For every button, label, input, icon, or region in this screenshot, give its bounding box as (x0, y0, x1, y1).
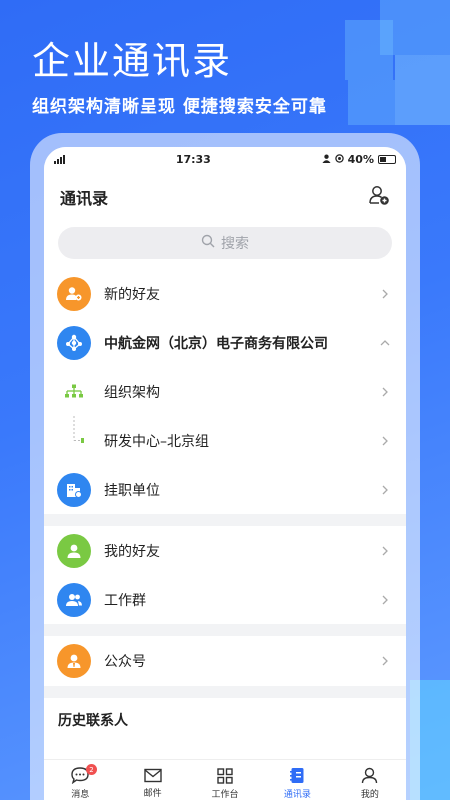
company-row[interactable]: 中航金网（北京）电子商务有限公司 (44, 318, 406, 367)
search-placeholder: 搜索 (221, 236, 249, 252)
new-friends-label: 新的好友 (104, 286, 160, 303)
contacts-section-official: 公众号 (44, 636, 406, 686)
chevron-right-icon (382, 485, 388, 494)
search-container: 搜索 (44, 223, 406, 269)
signal-icon (54, 154, 65, 164)
company-label: 中航金网（北京）电子商务有限公司 (104, 335, 328, 352)
mail-icon (143, 768, 162, 783)
phone-screen: 17:33 40% 通讯录 搜索 新的好友 中航金网（北京）电子商务有限公司 组… (44, 147, 406, 800)
battery-percent: 40% (347, 152, 374, 166)
official-accounts-label: 公众号 (104, 654, 146, 670)
background-decoration (395, 55, 450, 125)
org-structure-label: 组织架构 (104, 384, 160, 401)
department-label: 研发中心–北京组 (104, 433, 209, 450)
section-divider (44, 624, 406, 636)
status-indicators: 40% (322, 153, 396, 166)
contacts-section-friends: 我的好友 工作群 (44, 526, 406, 624)
tab-contacts-label: 通讯录 (283, 790, 311, 800)
add-contact-icon[interactable] (368, 184, 390, 210)
background-decoration (345, 20, 393, 80)
battery-icon (377, 154, 396, 164)
affiliated-units-row[interactable]: 挂职单位 (44, 465, 406, 514)
bottom-tab-bar: 2 消息 邮件 工作台 通讯录 我的 (44, 759, 406, 800)
history-contacts-heading: 历史联系人 (44, 698, 406, 742)
new-friends-row[interactable]: 新的好友 (44, 269, 406, 318)
chevron-right-icon (382, 387, 388, 396)
background-decoration (348, 80, 395, 125)
tab-workbench-label: 工作台 (211, 789, 239, 800)
building-icon (57, 472, 91, 507)
department-row[interactable]: 研发中心–北京组 (44, 416, 406, 465)
sync-status-icon (334, 153, 344, 166)
tab-contacts[interactable]: 通讯录 (261, 760, 333, 800)
tab-me-label: 我的 (360, 790, 379, 800)
contacts-header: 通讯录 (44, 171, 406, 223)
tab-me[interactable]: 我的 (334, 760, 406, 800)
tab-workbench[interactable]: 工作台 (189, 760, 261, 800)
tab-mail[interactable]: 邮件 (116, 760, 188, 800)
tab-messages-label: 消息 (71, 790, 90, 800)
official-account-icon (57, 644, 91, 678)
work-groups-row[interactable]: 工作群 (44, 575, 406, 624)
new-friends-icon (57, 276, 91, 311)
hero-subtitle: 组织架构清晰呈现 便捷搜索安全可靠 (32, 97, 327, 117)
work-groups-label: 工作群 (104, 592, 146, 609)
address-book-icon (290, 768, 304, 783)
tab-mail-label: 邮件 (143, 789, 162, 799)
org-structure-row[interactable]: 组织架构 (44, 367, 406, 416)
person-status-icon (322, 153, 331, 166)
chevron-right-icon (382, 436, 388, 445)
chevron-right-icon (382, 546, 388, 555)
user-icon (362, 767, 378, 784)
chevron-right-icon (382, 656, 388, 666)
my-friends-label: 我的好友 (104, 543, 160, 560)
grid-icon (217, 767, 233, 784)
unread-badge: 2 (86, 764, 97, 775)
affiliated-units-label: 挂职单位 (104, 482, 160, 499)
status-time: 17:33 (175, 152, 211, 166)
chevron-right-icon (382, 289, 388, 298)
official-accounts-row[interactable]: 公众号 (44, 636, 406, 686)
search-input[interactable]: 搜索 (58, 227, 392, 259)
status-bar: 17:33 40% (44, 147, 406, 171)
hero-title: 企业通讯录 (32, 39, 233, 83)
group-icon (57, 582, 91, 617)
contacts-section-main: 新的好友 中航金网（北京）电子商务有限公司 组织架构 研发中心–北京组 挂职单位 (44, 269, 406, 514)
tree-branch-icon (64, 416, 84, 465)
org-chart-icon (64, 384, 84, 400)
chevron-up-icon[interactable] (378, 336, 392, 350)
search-icon (201, 234, 215, 252)
page-title: 通讯录 (60, 189, 109, 208)
tab-messages[interactable]: 2 消息 (44, 760, 116, 800)
chevron-right-icon (382, 595, 388, 604)
person-icon (57, 533, 91, 568)
section-divider (44, 514, 406, 526)
my-friends-row[interactable]: 我的好友 (44, 526, 406, 575)
section-divider (44, 686, 406, 698)
company-network-icon (57, 325, 91, 360)
